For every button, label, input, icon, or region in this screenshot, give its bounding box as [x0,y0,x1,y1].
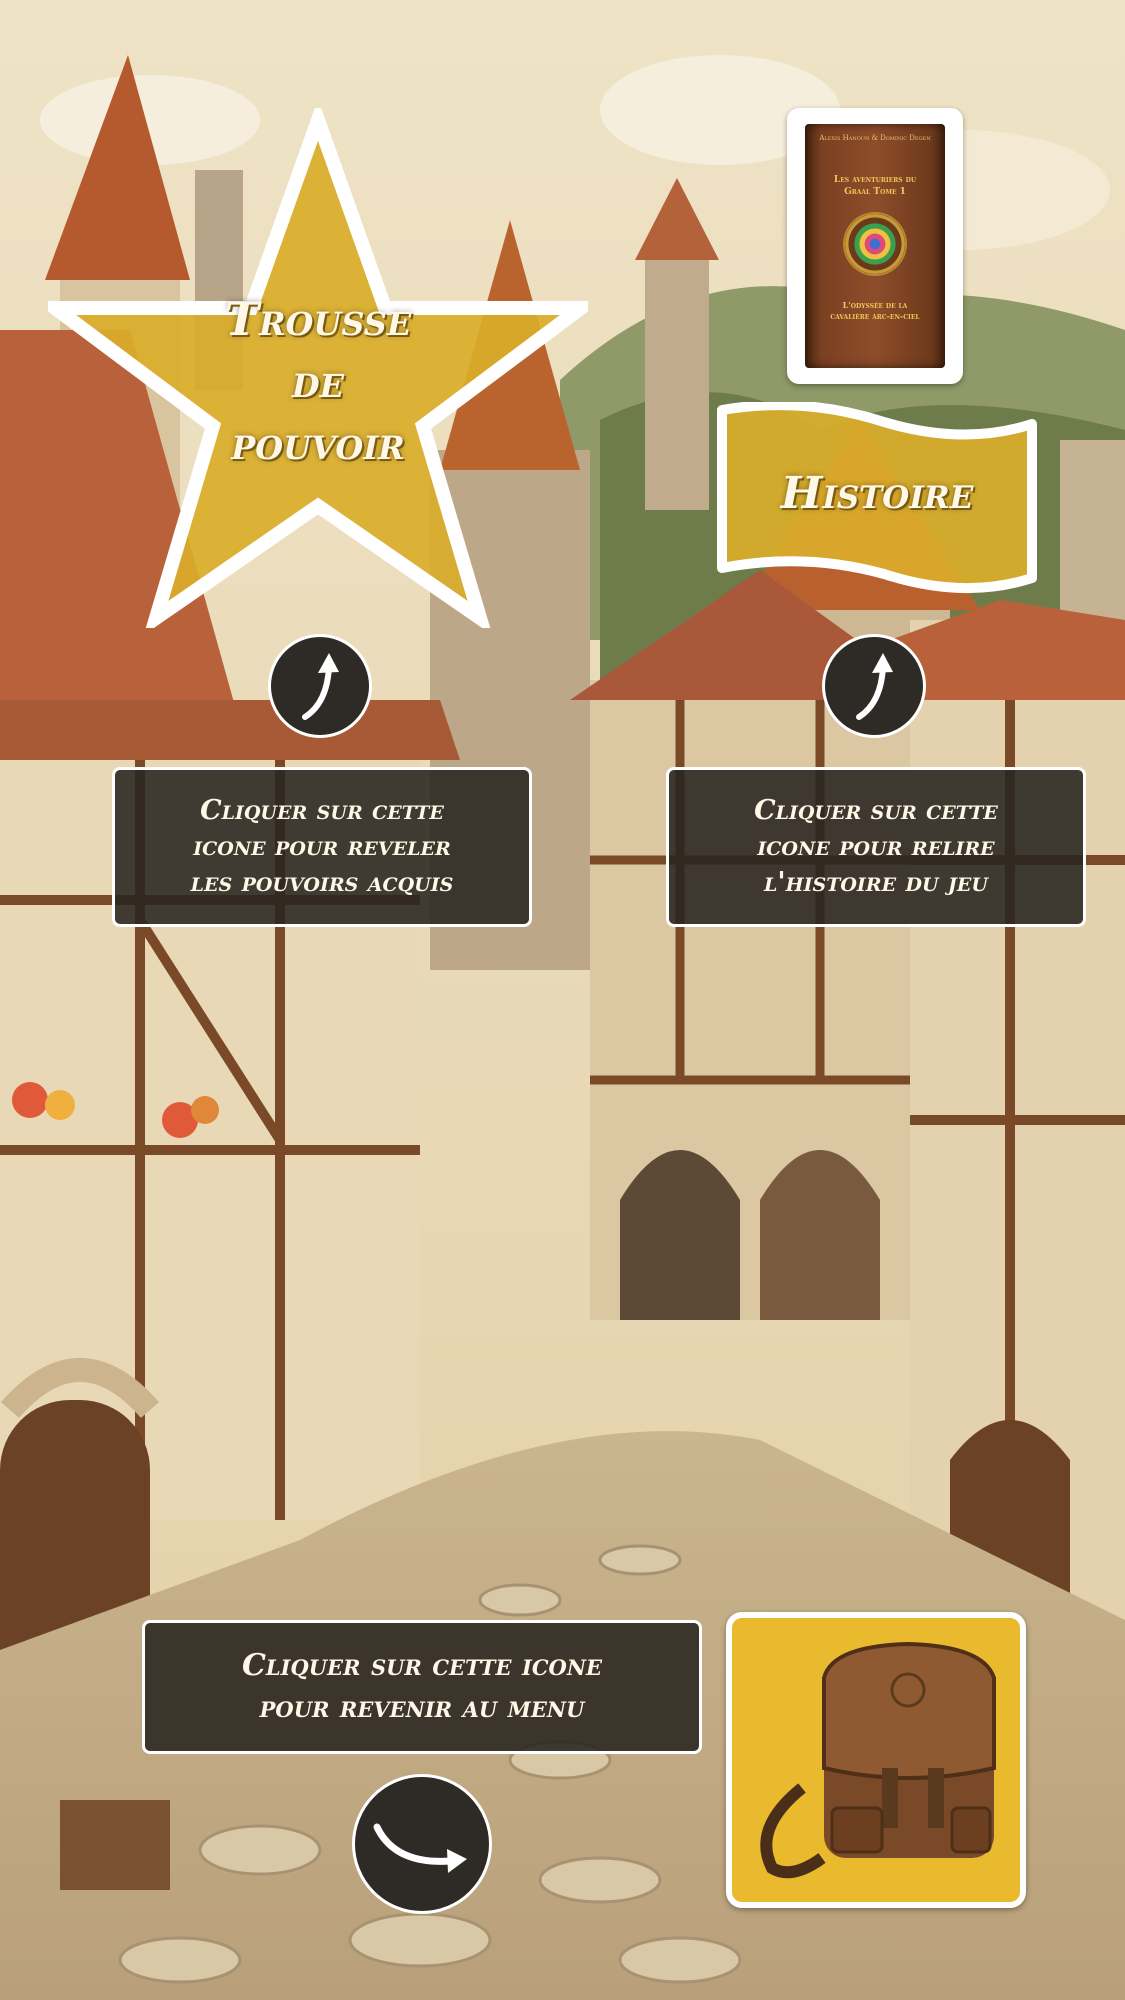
arrow-up-story[interactable] [822,634,926,738]
power-kit-label-line: Trousse [224,292,412,346]
book-cover: Alexis Hanoun & Dominic Degen Les aventu… [805,124,945,368]
curved-arrow-up-icon [856,653,893,720]
curved-arrow-right-icon [373,1823,467,1873]
story-book-button[interactable]: Alexis Hanoun & Dominic Degen Les aventu… [787,108,963,384]
book-title-line: Graal Tome 1 [844,187,906,197]
power-kit-label-line: pouvoir [231,416,405,470]
backpack-icon [760,1641,996,1879]
arrow-up-powers[interactable] [268,634,372,738]
menu-backpack-button[interactable] [726,1612,1026,1908]
story-banner-button[interactable]: Histoire [714,402,1040,598]
hint-line: icone pour relire [757,831,995,862]
book-title-line: Les aventuriers du [833,175,917,185]
book-subtitle: L'odyssée de la cavalière arc-en-ciel [809,300,941,322]
book-medallion [845,214,905,274]
hint-line: Cliquer sur cette [754,795,998,826]
story-banner-label: Histoire [780,468,974,519]
menu-hint-box: Cliquer sur cette icone pour revenir au … [142,1620,702,1754]
power-kit-label-line: de [291,354,345,408]
story-hint-box: Cliquer sur cette icone pour relire l'hi… [666,767,1086,927]
book-author: Alexis Hanoun & Dominic Degen [819,134,931,142]
power-kit-label: Trousse de pouvoir [48,288,588,474]
power-kit-button[interactable]: Trousse de pouvoir [48,108,588,628]
book-title: Les aventuriers du Graal Tome 1 [809,174,941,198]
curved-arrow-up-icon [302,653,339,720]
hint-line: l'histoire du jeu [764,867,988,898]
arrow-menu[interactable] [352,1774,492,1914]
hint-line: pour revenir au menu [259,1690,585,1725]
hint-line: Cliquer sur cette [200,795,444,826]
hint-line: les pouvoirs acquis [190,867,454,898]
book-subtitle-line: L'odyssée de la [842,300,908,310]
book-subtitle-line: cavalière arc-en-ciel [830,311,920,321]
hint-line: icone pour reveler [193,831,451,862]
powers-hint-box: Cliquer sur cette icone pour reveler les… [112,767,532,927]
hint-line: Cliquer sur cette icone [241,1648,603,1683]
